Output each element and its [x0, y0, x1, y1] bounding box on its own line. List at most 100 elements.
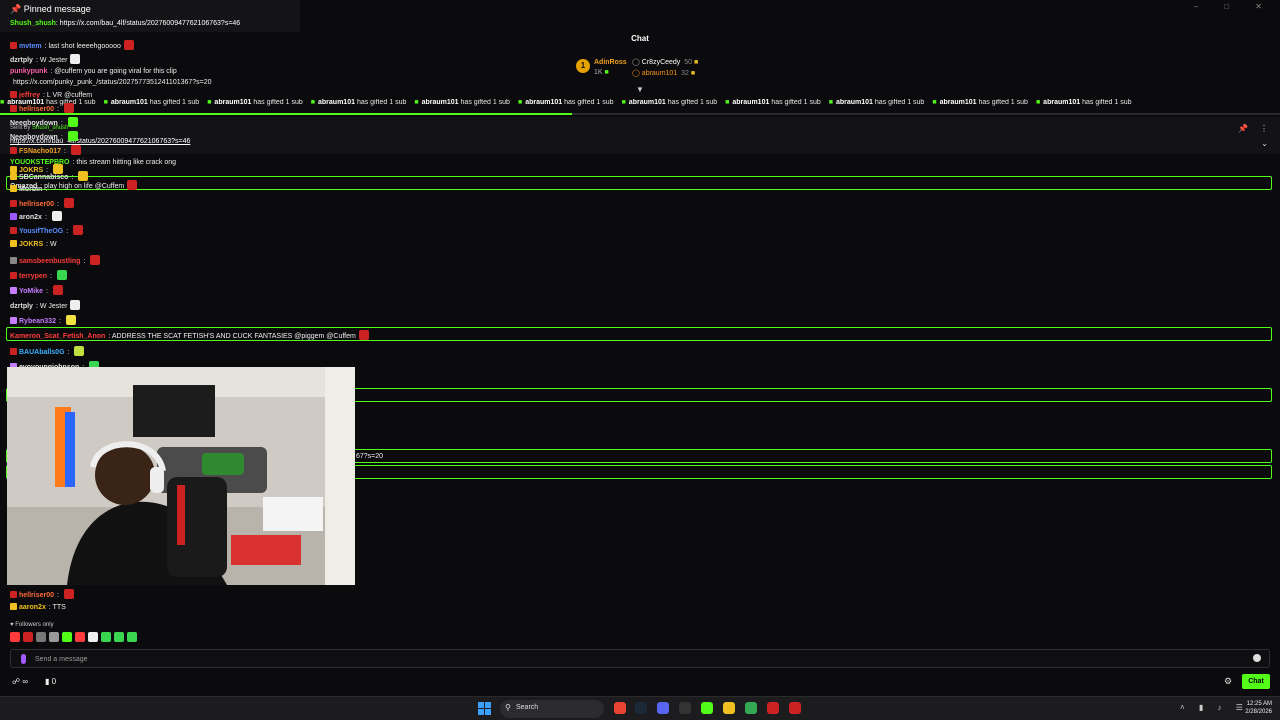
chat-username[interactable]: punkypunk [10, 68, 47, 75]
chat-message[interactable]: Neegboydown: [10, 131, 78, 142]
quick-emote-row[interactable] [10, 632, 140, 644]
chat-message[interactable]: hellriser00: [10, 589, 74, 600]
chat-message[interactable]: aaron2x: TTS [10, 603, 66, 612]
app-red-2-icon[interactable] [789, 702, 801, 714]
chat-username[interactable]: JOKRS [19, 241, 43, 248]
chat-message[interactable]: hellriser00: [10, 103, 74, 114]
chat-username[interactable]: mvtem [19, 43, 42, 50]
chat-message[interactable]: dzrtply: W Jester [10, 54, 81, 65]
emote-icon[interactable] [36, 632, 46, 642]
gift-user[interactable]: abraum101 [214, 99, 251, 106]
chat-message[interactable]: https://x.com/punky_punk_/status/2027577… [10, 78, 212, 87]
gift-count[interactable]: ▮ 0 [45, 677, 56, 686]
app-red-icon[interactable] [767, 702, 779, 714]
settings-gear-icon[interactable]: ⚙ [1224, 676, 1232, 687]
chat-username[interactable]: dzrtply [10, 57, 33, 64]
pinned-message[interactable]: 📌 Pinned message Shush_shush: https://x.… [0, 0, 300, 32]
emote-icon[interactable] [49, 632, 59, 642]
gift-user[interactable]: abraum101 [836, 99, 873, 106]
pinned-user[interactable]: Shush_shush [10, 20, 56, 27]
gift-user[interactable]: abraum101 [111, 99, 148, 106]
chat-username[interactable]: hellriser00 [19, 106, 54, 113]
chat-message[interactable]: Kameron_Scat_Fetish_Anon: ADDRESS THE SC… [10, 330, 369, 341]
collapse-chevron-icon[interactable]: ⌄ [1261, 139, 1268, 148]
file-explorer-icon[interactable] [723, 702, 735, 714]
chat-message[interactable]: hellriser00: [10, 198, 74, 209]
chat-username[interactable]: BAUAballs0G [19, 349, 65, 356]
pinned-link-panel[interactable]: Sent by Shush_shush https://x.com/bau_4l… [0, 117, 1280, 154]
chat-message-input[interactable] [35, 653, 1235, 665]
system-tray[interactable]: ˄ ▮ ♪ ☰ [1180, 703, 1249, 712]
window-controls[interactable]: – □ ✕ [1194, 2, 1274, 11]
chat-username[interactable]: YoMike [19, 288, 43, 295]
emoji-picker-icon[interactable] [1253, 654, 1261, 662]
pinned-text[interactable]: https://x.com/bau_4lf/status/20276009477… [60, 20, 240, 27]
emote-icon[interactable] [10, 632, 20, 642]
chrome-alt-icon[interactable] [745, 702, 757, 714]
emote-icon[interactable] [23, 632, 33, 642]
chat-message[interactable]: terrypen: [10, 270, 67, 281]
chat-message[interactable]: jeffrey: L VR @cuffem [10, 91, 92, 100]
chat-username[interactable]: hellriser00 [19, 201, 54, 208]
gift-user[interactable]: abraum101 [1043, 99, 1080, 106]
chat-message[interactable]: Rybean332: [10, 315, 76, 326]
chat-message[interactable]: YousifTheOG: [10, 225, 84, 236]
chat-username[interactable]: YousifTheOG [19, 228, 63, 235]
pin-icon[interactable]: 📌 [1238, 124, 1248, 133]
gift-user[interactable]: abraum101 [940, 99, 977, 106]
chat-message[interactable]: punkypunk: @cuffem you are going viral f… [10, 67, 177, 76]
obs-icon[interactable] [679, 702, 691, 714]
chat-message[interactable]: YoMike: [10, 285, 63, 296]
leader-third[interactable]: ◯ abraum101 32 ■ [632, 69, 695, 77]
chat-message[interactable]: BAUAballs0G: [10, 346, 85, 357]
pinned-content[interactable]: Shush_shush: https://x.com/bau_4lf/statu… [10, 20, 240, 27]
chevron-down-icon[interactable]: ▼ [636, 85, 644, 94]
windows-start-icon[interactable] [478, 702, 491, 715]
chat-username[interactable]: Neegboydown [10, 120, 58, 127]
gift-user[interactable]: abraum101 [318, 99, 355, 106]
chat-message[interactable]: Morbin: [10, 185, 47, 194]
chat-username[interactable]: Kameron_Scat_Fetish_Anon [10, 333, 105, 340]
kick-icon[interactable] [701, 702, 713, 714]
emote-icon[interactable] [101, 632, 111, 642]
emote-icon[interactable] [75, 632, 85, 642]
link-icon[interactable]: ☍ ∞ [12, 677, 28, 686]
chat-username[interactable]: Rybean332 [19, 318, 56, 325]
chat-message[interactable]: aron2x: [10, 211, 62, 222]
gift-user[interactable]: abraum101 [525, 99, 562, 106]
chat-username[interactable]: FSNacho017 [19, 148, 61, 155]
emote-icon[interactable] [114, 632, 124, 642]
gift-user[interactable]: abraum101 [422, 99, 459, 106]
chat-username[interactable]: jeffrey [19, 92, 40, 99]
chat-send-button[interactable]: Chat [1242, 674, 1270, 689]
steam-icon[interactable] [635, 702, 647, 714]
chat-message[interactable]: mvtem: last shot leeeehgooooo [10, 40, 134, 51]
microphone-icon[interactable] [21, 654, 26, 664]
emote-icon[interactable] [88, 632, 98, 642]
chat-message[interactable]: dzrtply: W Jester [10, 300, 81, 311]
gift-user[interactable]: abraum101 [629, 99, 666, 106]
chat-username[interactable]: terrypen [19, 273, 47, 280]
leader-second[interactable]: ◯ Cr8zyCeedy 50 ■ [632, 58, 698, 66]
chat-input-box[interactable] [10, 649, 1270, 668]
chat-username[interactable]: Morbin [19, 186, 42, 193]
gift-user[interactable]: abraum101 [732, 99, 769, 106]
leader-first-name[interactable]: AdinRoss [594, 59, 627, 66]
chat-message[interactable]: JOKRS: W [10, 240, 57, 249]
chat-message[interactable]: FSNacho017: [10, 145, 81, 156]
discord-icon[interactable] [657, 702, 669, 714]
chat-message[interactable]: Neegboydown: [10, 117, 78, 128]
taskbar-search[interactable]: ⚲ Search [500, 700, 604, 718]
chat-username[interactable]: hellriser00 [19, 592, 54, 599]
chat-username[interactable]: aron2x [19, 214, 42, 221]
chrome-icon[interactable] [614, 702, 626, 714]
chat-username[interactable]: dzrtply [10, 303, 33, 310]
chat-username[interactable]: aaron2x [19, 604, 46, 611]
chat-username[interactable]: Neegboydown [10, 134, 58, 141]
taskbar-clock[interactable]: 12:25 AM 2/28/2026 [1240, 700, 1272, 716]
chat-message[interactable]: samsbeenbustling: [10, 255, 101, 266]
webcam-overlay[interactable] [7, 367, 355, 585]
emote-icon[interactable] [127, 632, 137, 642]
emote-icon[interactable] [62, 632, 72, 642]
chat-username[interactable]: samsbeenbustling [19, 258, 80, 265]
